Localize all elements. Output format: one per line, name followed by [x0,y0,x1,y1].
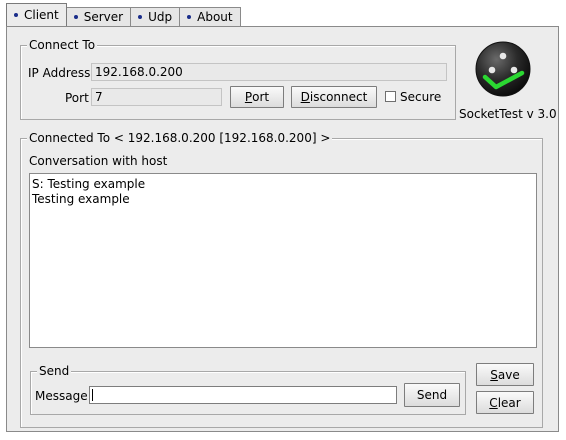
client-panel: Connect To IP Address Port Port Disconne… [6,26,559,432]
tab-bullet-icon [14,13,18,17]
conversation-textarea[interactable]: S: Testing example Testing example [29,173,537,348]
tab-client[interactable]: Client [6,3,67,26]
send-group: Send Message Send [30,364,466,415]
connect-to-title: Connect To [27,38,98,52]
tab-bullet-icon [138,15,143,19]
save-button[interactable]: Save [476,363,534,386]
disconnect-button[interactable]: Disconnect [291,86,377,108]
ip-address-input[interactable] [91,63,447,81]
connected-to-group: Connected To < 192.168.0.200 [192.168.0.… [20,131,543,428]
tab-bar: Client Server Udp About [6,3,241,26]
tab-label: Client [24,8,59,22]
tab-about[interactable]: About [179,7,241,26]
port-label: Port [65,91,89,105]
connect-to-group: Connect To IP Address Port Port Disconne… [20,38,456,120]
message-label: Message [35,389,88,403]
tab-bullet-icon [73,15,78,19]
secure-checkbox[interactable] [385,91,396,102]
clear-button[interactable]: Clear [476,391,534,414]
ip-address-label: IP Address [28,66,91,80]
tab-label: Udp [148,10,173,24]
send-title: Send [37,364,72,378]
tab-udp[interactable]: Udp [130,7,181,26]
tab-server[interactable]: Server [65,7,132,26]
text-caret [92,389,93,401]
send-button[interactable]: Send [404,383,460,407]
tab-label: Server [83,10,124,24]
secure-label: Secure [400,90,442,104]
conversation-label: Conversation with host [29,154,168,168]
message-input[interactable] [89,386,397,404]
port-input[interactable] [91,88,222,106]
socket-check-logo-icon [475,41,531,97]
product-version-label: SocketTest v 3.0 [459,107,557,121]
tab-bullet-icon [187,15,192,19]
sockettest-window: Client Server Udp About Connect To IP Ad… [0,0,566,440]
tab-label: About [197,10,233,24]
port-button[interactable]: Port [230,86,284,108]
connected-to-title: Connected To < 192.168.0.200 [192.168.0.… [27,131,333,145]
